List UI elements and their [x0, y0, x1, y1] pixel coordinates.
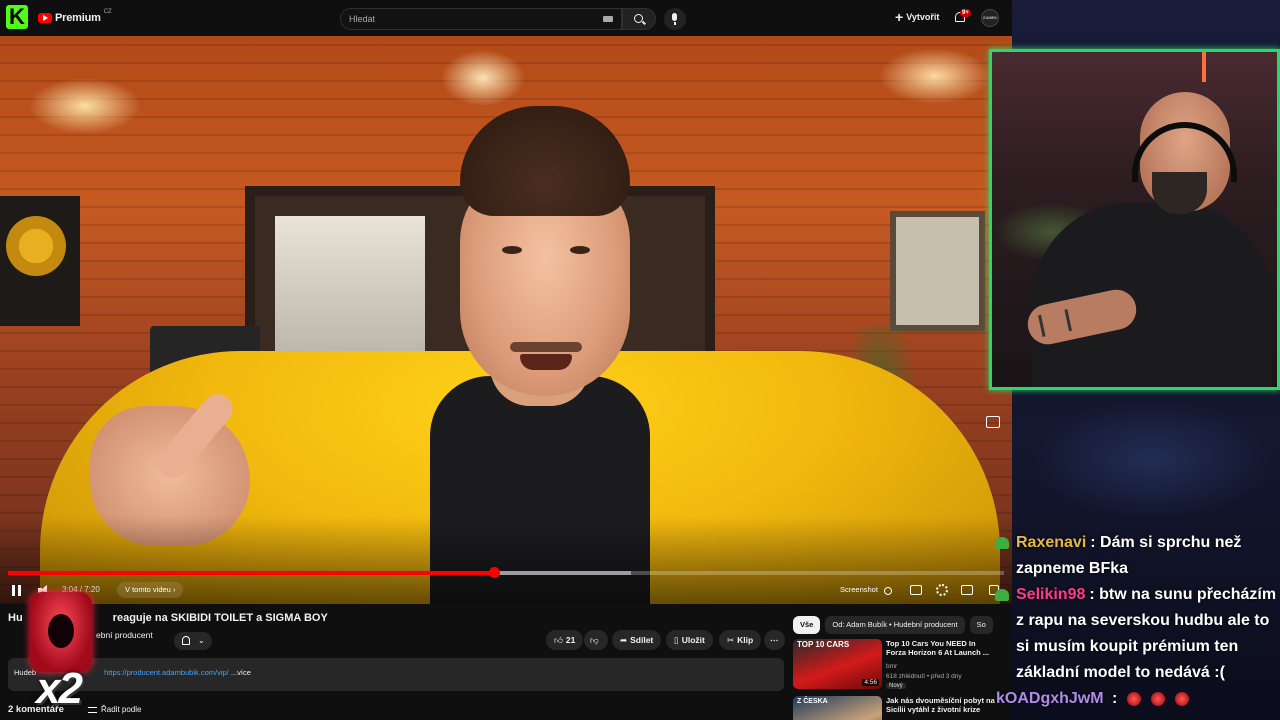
description-link[interactable]: https://producent.adambubik.com/vip/ [104, 668, 229, 677]
keyboard-icon[interactable] [603, 16, 613, 22]
create-label: Vytvořit [906, 12, 940, 22]
recommendation-chips: Vše Od: Adam Bubík • Hudební producent S… [793, 616, 993, 634]
subtitles-icon[interactable] [910, 585, 922, 595]
emote-icon [1127, 691, 1142, 706]
youtube-window: K Premium CZ Hledat + Vytvořit 9+ ZAMEK … [0, 0, 1012, 720]
share-button[interactable]: ➦ Sdílet [612, 630, 662, 650]
multiplier-overlay: x2 [16, 586, 104, 720]
chat-username: kOADgxhJwM [996, 690, 1104, 707]
bell-icon [182, 636, 190, 645]
emote-icon [1151, 691, 1166, 706]
dislike-button[interactable]: 👎︎ [584, 630, 608, 650]
scrubber-handle[interactable] [489, 567, 501, 578]
video-meta: 618 zhlédnutí • před 3 dny [886, 673, 962, 680]
chat-text: : [1107, 690, 1118, 707]
moustache [510, 342, 582, 352]
recommended-video[interactable]: Z ČESKA Jak nás dvouměsíční pobyt na Sic… [793, 696, 1008, 720]
miniplayer-icon[interactable] [986, 416, 1000, 428]
clip-label: Klip [737, 635, 754, 645]
red-lamp [1202, 52, 1206, 82]
sort-label: Řadit podle [101, 705, 142, 714]
chat-overlay: Raxenavi: Dám si sprchu než zapneme BFka… [992, 530, 1280, 712]
more-icon: ⋯ [770, 635, 779, 645]
logo-text: Premium [55, 12, 101, 24]
channel-name[interactable]: ební producent [96, 630, 153, 640]
chip-from-channel[interactable]: Od: Adam Bubík • Hudební producent [825, 616, 965, 634]
voice-search-mic-icon[interactable] [664, 8, 686, 30]
subscription-bell-button[interactable]: ⌄ [174, 632, 212, 650]
thumbs-down-icon: 👎︎ [590, 635, 599, 645]
search-icon [634, 14, 643, 23]
video-player[interactable]: 3:04 / 7:20 V tomto videu › Screenshot [0, 36, 1012, 604]
description-box[interactable]: Hudeb https://producent.adambubik.com/vip… [8, 658, 784, 691]
subscriber-badge-icon [995, 537, 1009, 549]
chip-all[interactable]: Vše [793, 616, 821, 634]
chip-more[interactable]: So [969, 616, 993, 634]
search-button[interactable] [622, 8, 656, 30]
screenshot-label[interactable]: Screenshot [840, 585, 878, 594]
chat-message: Selikin98: btw na sunu přecházím z rapu … [992, 582, 1280, 686]
video-title[interactable]: Top 10 Cars You NEED In Forza Horizon 6 … [886, 639, 996, 657]
scissors-icon: ✂ [727, 635, 735, 645]
clip-button[interactable]: ✂ Klip [719, 630, 762, 650]
notification-badge: 9+ [960, 9, 971, 17]
progress-bar[interactable] [8, 567, 1004, 578]
logo-country: CZ [103, 9, 112, 15]
chat-message: kOADgxhJwM : [992, 686, 1280, 712]
plus-icon: + [895, 9, 904, 25]
save-button[interactable]: ▯ Uložit [666, 630, 713, 650]
red-gem-icon [30, 592, 92, 672]
chat-username: Raxenavi [1016, 534, 1087, 551]
thumbs-up-icon: 👍︎ [554, 635, 563, 645]
player-controls: 3:04 / 7:20 V tomto videu › Screenshot [0, 581, 1012, 601]
chat-username: Selikin98 [1016, 586, 1086, 603]
search-input[interactable]: Hledat [340, 8, 622, 30]
theater-mode-icon[interactable] [961, 585, 973, 595]
create-button[interactable]: + Vytvořit [895, 9, 940, 25]
video-channel[interactable]: bmr [886, 663, 897, 671]
youtube-logo[interactable]: Premium CZ [38, 9, 112, 24]
video-title-rest: reaguje na SKIBIDI TOILET a SIGMA BOY [112, 612, 328, 624]
chevron-down-icon: ⌄ [198, 636, 205, 645]
settings-gear-icon[interactable] [936, 584, 948, 596]
multiplier-label: x2 [36, 664, 83, 713]
right-eye [570, 246, 590, 254]
hair [460, 106, 630, 216]
left-eye [502, 246, 522, 254]
description-more[interactable]: ...více [231, 668, 251, 677]
webcam-overlay [989, 49, 1280, 390]
subscriber-badge-icon [995, 589, 1009, 601]
video-duration: 4:56 [862, 679, 879, 686]
recommended-video[interactable]: TOP 10 CARS 4:56 Top 10 Cars You NEED In… [793, 639, 1008, 691]
top-bar: K Premium CZ Hledat + Vytvořit 9+ ZAMEK [0, 0, 1012, 36]
youtube-play-icon [38, 13, 52, 23]
screenshot-icon[interactable] [884, 587, 892, 595]
bookmark-icon: ▯ [674, 635, 679, 645]
emote-icon [1175, 691, 1190, 706]
notifications-bell-icon[interactable]: 9+ [953, 9, 971, 24]
screen: K Premium CZ Hledat + Vytvořit 9+ ZAMEK … [0, 0, 1280, 720]
account-avatar[interactable]: ZAMEK [981, 9, 999, 27]
video-thumbnail[interactable]: Z ČESKA [793, 696, 882, 720]
share-label: Sdílet [630, 635, 654, 645]
thumbnail-text: Z ČESKA [797, 698, 828, 705]
video-thumbnail[interactable]: TOP 10 CARS 4:56 [793, 639, 882, 689]
chapters-chip[interactable]: V tomto videu › [117, 582, 184, 598]
mouth [520, 354, 572, 370]
more-actions-button[interactable]: ⋯ [764, 630, 785, 650]
streamer-body [1032, 202, 1272, 387]
share-icon: ➦ [620, 635, 628, 645]
video-title[interactable]: Jak nás dvouměsíční pobyt na Sicílii vyt… [886, 696, 996, 714]
search-placeholder: Hledat [349, 14, 376, 24]
like-button[interactable]: 👍︎ 21 [546, 630, 584, 650]
save-label: Uložit [681, 635, 705, 645]
kick-logo[interactable]: K [6, 5, 28, 29]
like-count: 21 [565, 635, 576, 645]
played-bar [8, 571, 495, 575]
chat-message: Raxenavi: Dám si sprchu než zapneme BFka [992, 530, 1280, 582]
thumbnail-text: TOP 10 CARS [797, 640, 850, 649]
new-badge: Nový [886, 683, 906, 689]
